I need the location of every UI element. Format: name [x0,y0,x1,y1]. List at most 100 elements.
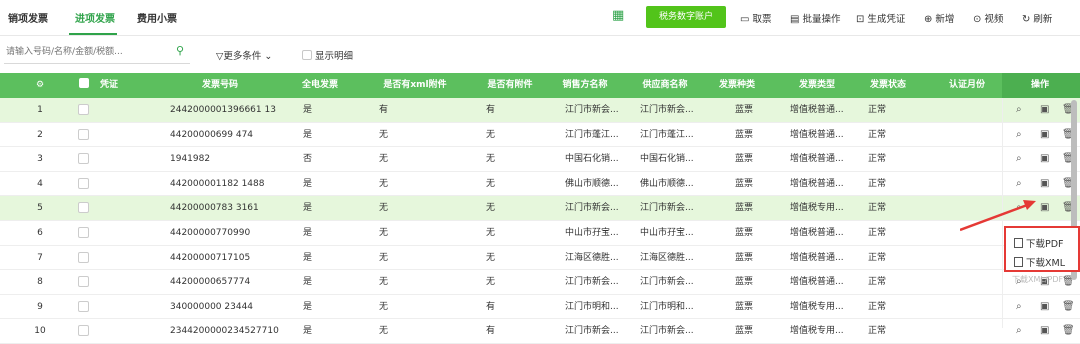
row-checkbox[interactable] [78,227,89,238]
row-number: 4 [37,178,43,189]
row-checkbox[interactable] [78,177,89,189]
invoice-number: 1941982 [170,154,211,165]
download-pdf-item[interactable]: 下载PDF [1014,236,1064,250]
fetch-invoice-button[interactable]: ▭ 取票 [740,11,771,25]
supplier-name: 佛山市顺德... [640,178,694,189]
more-conditions-dropdown[interactable]: ▽更多条件 ⌄ [216,48,272,62]
col-seller-name[interactable]: 销售方名称 [555,73,615,98]
row-number: 6 [37,228,43,238]
invoice-kind: 蓝票 [735,326,754,337]
download-menu: 下载PDF 下载XML [1004,226,1080,272]
tax-account-button[interactable]: 税务数字账户 [646,6,726,28]
row-number: 1 [37,105,43,115]
column-settings-icon[interactable]: ⚙ [30,73,50,98]
row-checkbox[interactable] [78,202,89,214]
invoice-status: 正常 [868,154,887,165]
attachment-flag: 无 [486,228,496,238]
tab-sales-invoice[interactable]: 销项发票 [8,10,48,25]
col-invoice-kind[interactable]: 发票种类 [707,73,767,98]
invoice-status: 正常 [868,228,887,238]
refresh-button[interactable]: ↻ 刷新 [1022,11,1052,25]
supplier-name: 江海区德胜... [640,252,694,263]
table-row[interactable]: 9 340000000 23444 是 无 有 江门市明和... 江门市明和... 蓝票 增值税… [0,294,1080,320]
invoice-number: 44200000699 474 [170,129,254,140]
col-voucher[interactable]: 凭证 [94,73,124,98]
tab-purchase-invoice[interactable]: 进项发票 [75,10,115,25]
batch-operation-button[interactable]: ▤ 批量操作 [790,11,840,25]
attachment-flag: 无 [486,154,496,165]
col-invoice-type[interactable]: 发票类型 [782,73,852,98]
search-input[interactable] [4,42,164,62]
full-digital-flag: 是 [303,228,313,238]
full-digital-flag: 是 [303,277,313,288]
col-has-xml[interactable]: 是否有xml附件 [370,73,460,98]
add-button[interactable]: ⊕ 新增 [924,11,954,25]
table-row[interactable]: 6 44200000770990 是 无 无 中山市孖宝... 中山市孖宝... 蓝票 增值税普… [0,221,1080,246]
seller-name: 江海区德胜... [565,252,619,263]
table-row[interactable]: 4 442000001182 1488 是 无 无 佛山市顺德... 佛山市顺德... 蓝票 增… [0,171,1080,197]
row-number: 7 [37,252,43,263]
row-number: 5 [37,203,43,214]
col-invoice-status[interactable]: 发票状态 [858,73,918,98]
show-detail-label: 显示明细 [315,51,354,62]
video-icon: ⊙ [973,14,982,25]
row-checkbox[interactable] [78,300,89,312]
show-detail-checkbox[interactable]: 显示明细 [302,48,353,62]
seller-name: 中山市孖宝... [565,228,619,238]
generate-voucher-button[interactable]: ⊡ 生成凭证 [856,11,905,25]
row-checkbox[interactable] [78,251,89,263]
video-button[interactable]: ⊙ 视频 [973,11,1003,25]
table-row[interactable]: 3 1941982 否无无中国石化销... 中国石化销... 蓝票 增值税普通... 正常 ⌕… [0,147,1080,172]
full-digital-flag: 是 [303,105,313,115]
invoice-status: 正常 [868,105,887,115]
row-checkbox[interactable] [78,276,89,288]
table-row[interactable]: 2 44200000699 474 是 无 无 江门市蓬江... 江门市蓬江... 蓝票 增值税… [0,122,1080,148]
invoice-status: 正常 [868,252,887,263]
row-number: 8 [37,277,43,288]
xml-attachment-flag: 无 [379,129,389,140]
col-invoice-number[interactable]: 发票号码 [165,73,275,98]
row-checkbox[interactable] [78,104,89,115]
row-number: 2 [37,129,43,140]
row-checkbox[interactable] [78,325,89,337]
download-ghost-label: 下载XML/PDF [1012,275,1064,284]
plus-circle-icon: ⊕ [924,14,933,25]
table-row[interactable]: 1 2442000001396661 13 是 有 有 江门市新会... 江门市新会... 蓝… [0,98,1080,123]
row-checkbox[interactable] [78,153,89,165]
select-all-checkbox[interactable] [77,73,91,98]
col-supplier-name[interactable]: 供应商名称 [630,73,700,98]
refresh-icon: ↻ [1022,14,1031,25]
seller-name: 江门市明和... [565,301,619,312]
search-box: ⚲ [4,42,190,64]
download-pdf-label: 下载PDF [1026,239,1064,250]
col-full-digital[interactable]: 全电发票 [295,73,345,98]
checkbox-box[interactable] [302,50,312,60]
xml-attachment-flag: 无 [379,178,389,189]
invoice-status: 正常 [868,301,887,312]
col-has-attachment[interactable]: 是否有附件 [475,73,545,98]
qr-code-icon[interactable]: ▦ [612,9,626,23]
receipt-icon: ▭ [740,14,750,25]
supplier-name: 江门市新会... [640,105,694,115]
chevron-down-icon: ⌄ [264,51,273,62]
invoice-status: 正常 [868,326,887,337]
tab-expense-receipt[interactable]: 费用小票 [137,10,177,25]
invoice-kind: 蓝票 [735,129,754,140]
fetch-invoice-label: 取票 [752,14,772,25]
download-xml-label: 下载XML [1026,258,1065,269]
download-xml-item[interactable]: 下载XML [1014,255,1065,269]
invoice-kind: 蓝票 [735,203,754,214]
invoice-type: 增值税普通... [790,277,844,288]
invoice-number: 442000001182 1488 [170,178,265,189]
xml-attachment-flag: 有 [379,105,389,115]
search-icon[interactable]: ⚲ [176,44,184,57]
seller-name: 江门市蓬江... [565,129,619,140]
table-row[interactable]: 8 44200000657774 是 无 无 江门市新会... 江门市新会... 蓝票 增值税普… [0,270,1080,295]
col-auth-month[interactable]: 认证月份 [937,73,997,98]
row-checkbox[interactable] [78,128,89,140]
table-row[interactable]: 7 44200000717105 是 无 无 江海区德胜... 江海区德胜... 蓝票 增值税普… [0,245,1080,271]
seller-name: 江门市新会... [565,326,619,337]
table-row[interactable]: 5 44200000783 3161 是 无 无 江门市新会... 江门市新会... 蓝票 增值… [0,196,1080,221]
table-row[interactable]: 10 2344200000234527710 是 无 有 江门市新会... 江门市新会...… [0,319,1080,344]
invoice-status: 正常 [868,178,887,189]
